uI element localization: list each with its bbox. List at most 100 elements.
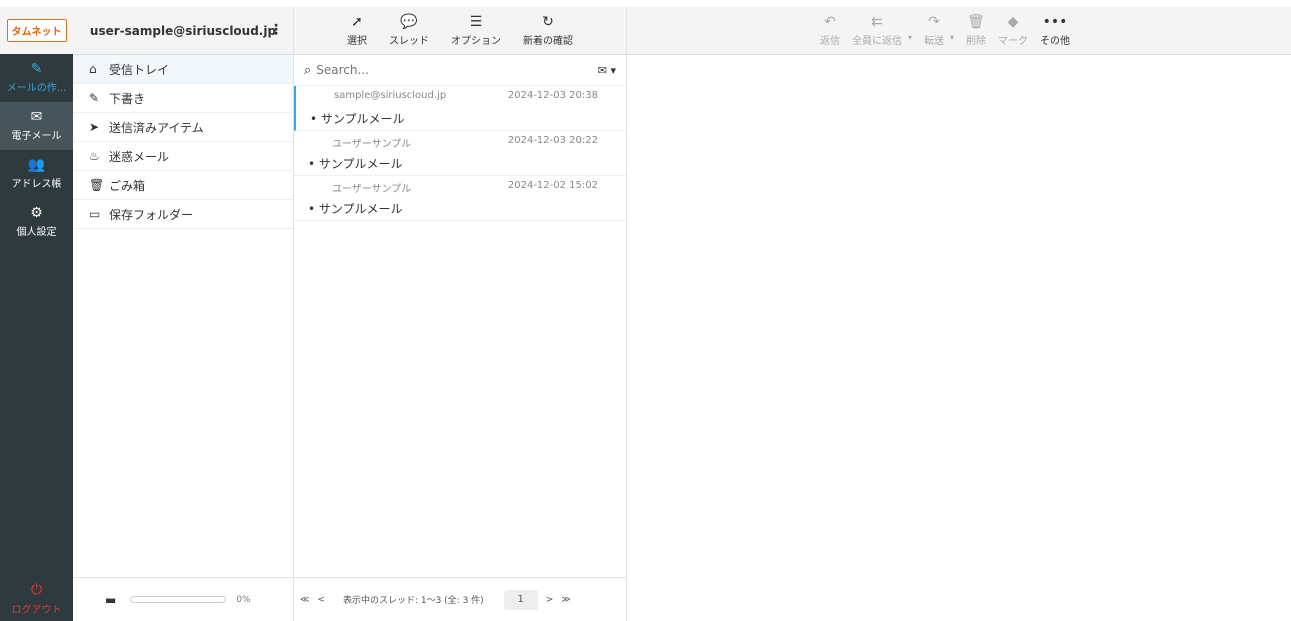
nav-mail[interactable]: ✉ 電子メール [0, 102, 73, 150]
forward-button[interactable]: ↷ 転送 [924, 14, 944, 47]
fire-icon: ♨ [89, 149, 100, 163]
options-button[interactable]: ☰ オプション [451, 14, 501, 47]
mark-button[interactable]: ◆ マーク [998, 14, 1028, 47]
reply-icon: ↶ [824, 14, 836, 30]
logo: タムネット [6, 19, 67, 42]
folder-trash[interactable]: 🗑 ごみ箱 [73, 171, 293, 200]
folder-label: 迷惑メール [109, 149, 170, 164]
folder-label: ごみ箱 [109, 178, 146, 193]
prev-page-button[interactable]: < [317, 595, 325, 605]
folder-inbox[interactable]: ⌂ 受信トレイ [73, 55, 293, 84]
hard-drive-icon: ▬ [105, 592, 117, 607]
message-subject: • サンプルメール [308, 157, 403, 171]
folder-label: 送信済みアイテム [109, 120, 204, 135]
select-button[interactable]: ➚ 選択 [347, 14, 367, 47]
mark-label: マーク [998, 36, 1029, 47]
more-label: その他 [1040, 36, 1071, 47]
contacts-icon: 👥 [27, 157, 46, 173]
reading-pane: ↶ 返信 ⇇ 全員に返信 ▾ ↷ 転送 ▾ 🗑 削除 ◆ マーク ••• その他 [627, 7, 1291, 621]
folder-drafts[interactable]: ✎ 下書き [73, 84, 293, 113]
folder-label: 受信トレイ [109, 62, 170, 77]
delete-label: 削除 [966, 36, 987, 47]
message-from: ユーザーサンプル [332, 139, 412, 150]
logout-button[interactable]: ⏻ ログアウト [0, 577, 73, 621]
webmail-app: タムネット ✎ メールの作... ✉ 電子メール 👥 アドレス帳 ⚙ 個人設定 … [0, 0, 1291, 621]
reply-all-label: 全員に返信 [852, 36, 902, 47]
account-header: user-sample@siriuscloud.jp ⋮ [73, 7, 293, 55]
refresh-label: 新着の確認 [523, 36, 573, 47]
nav-compose[interactable]: ✎ メールの作... [0, 54, 73, 102]
folder-pane: user-sample@siriuscloud.jp ⋮ ⌂ 受信トレイ ✎ 下… [73, 7, 294, 621]
gear-icon: ⚙ [30, 205, 43, 221]
refresh-button[interactable]: ↻ 新着の確認 [523, 14, 573, 47]
power-icon: ⏻ [30, 582, 43, 598]
folder-junk[interactable]: ♨ 迷惑メール [73, 142, 293, 171]
main-nav: タムネット ✎ メールの作... ✉ 電子メール 👥 アドレス帳 ⚙ 個人設定 … [0, 7, 73, 621]
pagination-status: 表示中のスレッド: 1～3 (全: 3 件) [342, 596, 484, 606]
nav-settings-label: 個人設定 [16, 227, 57, 238]
next-page-button[interactable]: > [546, 595, 554, 605]
reply-all-button[interactable]: ⇇ 全員に返信 [852, 14, 902, 47]
nav-compose-label: メールの作... [6, 83, 67, 94]
more-icon: ••• [1042, 14, 1068, 30]
paper-plane-icon: ➤ [89, 120, 100, 134]
options-icon: ☰ [469, 14, 483, 30]
folder-label: 下書き [109, 91, 146, 106]
trash-icon: 🗑 [967, 14, 985, 30]
last-page-button[interactable]: ≫ [561, 595, 570, 605]
account-name: user-sample@siriuscloud.jp [89, 23, 277, 38]
nav-settings[interactable]: ⚙ 個人設定 [0, 198, 73, 246]
reply-button[interactable]: ↶ 返信 [820, 14, 840, 47]
folder-label: 保存フォルダー [109, 207, 194, 222]
reply-all-icon: ⇇ [871, 14, 883, 30]
nav-contacts-label: アドレス帳 [11, 179, 62, 190]
pointer-icon: ➚ [351, 14, 363, 30]
message-row[interactable]: ユーザーサンプル 2024-12-02 15:02 • サンプルメール [294, 176, 626, 221]
message-list-pane: ➚ 選択 💬 スレッド ☰ オプション ↻ 新着の確認 ⌕ ✉ ▾ sample… [294, 7, 627, 621]
pagination: ≪ < 表示中のスレッド: 1～3 (全: 3 件) 1 > ≫ [294, 577, 626, 621]
quota-footer: ▬ 0% [73, 577, 293, 621]
first-page-button[interactable]: ≪ [300, 595, 309, 605]
message-from: ユーザーサンプル [332, 184, 412, 195]
reply-all-dropdown-icon[interactable]: ▾ [908, 33, 912, 42]
message-toolbar: ↶ 返信 ⇇ 全員に返信 ▾ ↷ 転送 ▾ 🗑 削除 ◆ マーク ••• その他 [627, 7, 1291, 55]
refresh-icon: ↻ [542, 14, 554, 30]
trash-icon: 🗑 [89, 178, 105, 192]
message-date: 2024-12-03 20:38 [507, 90, 598, 101]
compose-icon: ✎ [30, 61, 43, 77]
kebab-menu-icon[interactable]: ⋮ [269, 22, 283, 38]
select-label: 選択 [347, 36, 367, 47]
forward-dropdown-icon[interactable]: ▾ [950, 33, 954, 42]
folder-icon: ▭ [89, 207, 101, 221]
options-label: オプション [451, 36, 501, 47]
forward-label: 転送 [924, 36, 945, 47]
pencil-icon: ✎ [89, 91, 100, 105]
tag-icon: ◆ [1007, 14, 1019, 30]
search-input[interactable] [316, 63, 598, 77]
threads-button[interactable]: 💬 スレッド [389, 14, 429, 47]
threads-icon: 💬 [400, 14, 418, 30]
logout-label: ログアウト [11, 605, 62, 616]
logo-area: タムネット [0, 7, 73, 54]
message-row[interactable]: ユーザーサンプル 2024-12-03 20:22 • サンプルメール [294, 131, 626, 176]
delete-button[interactable]: 🗑 削除 [966, 14, 986, 47]
message-date: 2024-12-03 20:22 [507, 135, 598, 146]
message-row[interactable]: sample@siriuscloud.jp 2024-12-03 20:38 •… [294, 86, 626, 131]
threads-label: スレッド [389, 36, 429, 47]
folder-sent[interactable]: ➤ 送信済みアイテム [73, 113, 293, 142]
envelope-filter-icon[interactable]: ✉ ▾ [598, 64, 616, 77]
forward-icon: ↷ [928, 14, 940, 30]
inbox-icon: ⌂ [89, 62, 97, 76]
quota-text: 0% [236, 594, 251, 605]
folder-archive[interactable]: ▭ 保存フォルダー [73, 200, 293, 229]
more-button[interactable]: ••• その他 [1040, 14, 1070, 47]
reply-label: 返信 [820, 36, 840, 47]
message-date: 2024-12-02 15:02 [507, 180, 598, 191]
nav-contacts[interactable]: 👥 アドレス帳 [0, 150, 73, 198]
search-bar: ⌕ ✉ ▾ [294, 55, 626, 86]
envelope-icon: ✉ [30, 109, 43, 125]
message-from: sample@siriuscloud.jp [334, 90, 447, 101]
quota-bar [130, 596, 227, 603]
page-number[interactable]: 1 [503, 589, 538, 610]
message-subject: • サンプルメール [308, 202, 403, 216]
